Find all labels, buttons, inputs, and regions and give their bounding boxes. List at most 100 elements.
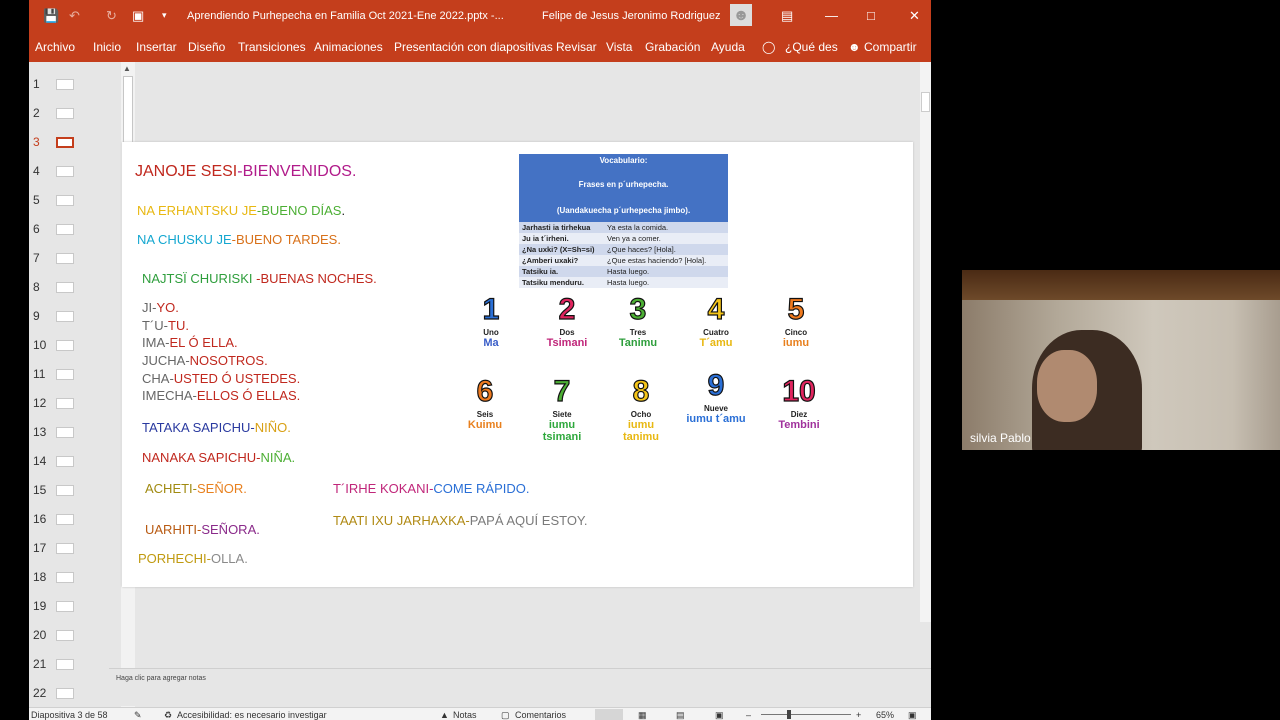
word-senor: ACHETI-SEÑOR.: [145, 481, 247, 496]
tab-ayuda[interactable]: Ayuda: [711, 40, 745, 54]
scroll-up-arrow-icon[interactable]: ▲: [123, 64, 131, 73]
close-icon[interactable]: ✕: [909, 8, 920, 24]
greeting-night: NAJTSÏ CHURISKI -BUENAS NOCHES.: [142, 271, 377, 286]
slide-thumbnail[interactable]: 11: [29, 360, 119, 388]
slide-thumbnail[interactable]: 10: [29, 331, 119, 359]
undo-icon[interactable]: ↶: [69, 8, 80, 24]
slide-thumbnail[interactable]: 2: [29, 99, 119, 127]
slide-thumbnail-pane: 1 2 3 4 5 6 7 8 9 10 11 12 13 14 15 16 1…: [29, 62, 121, 707]
table-row: ¿Na uxki? (X=Sh=si) ¿Que haces? [Hola].: [519, 244, 728, 255]
pronoun-row: T´U-TU.: [142, 318, 189, 333]
slide-thumbnail[interactable]: 1: [29, 70, 119, 98]
number-2-illustration: 2 Dos Tsimani: [546, 292, 588, 349]
vertical-scrollbar[interactable]: [920, 62, 931, 622]
zoom-out-icon[interactable]: –: [746, 710, 751, 720]
zoom-in-icon[interactable]: +: [856, 710, 861, 720]
table-row: Tatsiku menduru. Hasta luego.: [519, 277, 728, 288]
slide-canvas[interactable]: JANOJE SESI-BIENVENIDOS. NA ERHANTSKU JE…: [122, 142, 913, 587]
zoom-slider-thumb[interactable]: [787, 710, 791, 719]
table-row: Tatsiku ia. Hasta luego.: [519, 266, 728, 277]
number-5-illustration: 5 Cinco iumu: [782, 292, 810, 349]
powerpoint-window: 💾 ↶ ↻ ▣ ▾ Aprendiendo Purhepecha en Fami…: [29, 0, 931, 720]
slide-thumbnail[interactable]: 12: [29, 389, 119, 417]
avatar[interactable]: ☻: [730, 4, 752, 26]
maximize-icon[interactable]: □: [867, 8, 875, 23]
zoom-slider[interactable]: [761, 714, 851, 715]
notes-icon: ▲: [440, 710, 449, 720]
slide-thumbnail[interactable]: 18: [29, 563, 119, 591]
number-8-illustration: 8 Ocho iumu tanimu: [622, 374, 660, 443]
word-senora: UARHITI-SEÑORA.: [145, 522, 260, 537]
greeting-afternoon: NA CHUSKU JE-BUENO TARDES.: [137, 232, 341, 247]
slide-sorter-icon[interactable]: ▦: [638, 710, 647, 720]
slide-thumbnail[interactable]: 4: [29, 157, 119, 185]
spellcheck-icon[interactable]: ✎: [134, 710, 142, 720]
slide-thumbnail[interactable]: 16: [29, 505, 119, 533]
document-title: Aprendiendo Purhepecha en Familia Oct 20…: [187, 10, 504, 22]
slide-thumbnail[interactable]: 19: [29, 592, 119, 620]
notes-pane[interactable]: Haga clic para agregar notas: [109, 668, 931, 706]
tab-inicio[interactable]: Inicio: [93, 40, 121, 54]
ribbon-display-icon[interactable]: ▤: [781, 8, 793, 24]
slide-thumbnail-active[interactable]: 3: [29, 128, 119, 156]
number-10-illustration: 10 Diez Tembini: [778, 374, 820, 431]
share-button[interactable]: Compartir: [864, 40, 917, 54]
tab-animaciones[interactable]: Animaciones: [314, 40, 383, 54]
redo-icon[interactable]: ↻: [106, 8, 117, 24]
slide-thumbnail[interactable]: 5: [29, 186, 119, 214]
slide-thumbnail[interactable]: 7: [29, 244, 119, 272]
tell-me-search[interactable]: ¿Qué des: [785, 40, 838, 54]
table-row: Jarhasti ia tirhekua Ya esta la comida.: [519, 222, 728, 233]
slide-thumbnail[interactable]: 20: [29, 621, 119, 649]
tab-transiciones[interactable]: Transiciones: [238, 40, 306, 54]
slide-thumbnail[interactable]: 8: [29, 273, 119, 301]
slideshow-icon[interactable]: ▣: [715, 710, 724, 720]
comments-button[interactable]: Comentarios: [515, 710, 566, 720]
number-7-illustration: 7 Siete iumu tsimani: [542, 374, 582, 443]
notes-button[interactable]: Notas: [453, 710, 477, 720]
ribbon-tabs: Archivo Inicio Insertar Diseño Transicio…: [29, 32, 931, 62]
reading-view-icon[interactable]: ▤: [676, 710, 685, 720]
tab-revisar[interactable]: Revisar: [556, 40, 597, 54]
tab-archivo[interactable]: Archivo: [35, 40, 75, 54]
phrase-papa-aqui: TAATI IXU JARHAXKA-PAPÁ AQUÍ ESTOY.: [333, 513, 588, 528]
participant-name: silvia Pablo: [970, 431, 1031, 445]
number-9-illustration: 9 Nueve iumu t´amu: [686, 368, 746, 425]
tab-presentacion[interactable]: Presentación con diapositivas: [394, 40, 553, 54]
normal-view-icon[interactable]: [595, 709, 623, 720]
minimize-icon[interactable]: —: [825, 8, 838, 23]
pronoun-row: JUCHA-NOSOTROS.: [142, 353, 268, 368]
slide-counter: Diapositiva 3 de 58: [31, 710, 108, 720]
share-icon: ☻: [848, 40, 861, 54]
present-icon[interactable]: ▣: [132, 8, 144, 24]
slide-thumbnail[interactable]: 21: [29, 650, 119, 678]
accessibility-status[interactable]: Accesibilidad: es necesario investigar: [177, 710, 327, 720]
title-bar: 💾 ↶ ↻ ▣ ▾ Aprendiendo Purhepecha en Fami…: [29, 0, 931, 32]
word-nina: NANAKA SAPICHU-NIÑA.: [142, 450, 296, 465]
slide-thumbnail[interactable]: 13: [29, 418, 119, 446]
tab-vista[interactable]: Vista: [606, 40, 632, 54]
slide-thumbnail[interactable]: 15: [29, 476, 119, 504]
tab-diseno[interactable]: Diseño: [188, 40, 225, 54]
tab-insertar[interactable]: Insertar: [136, 40, 177, 54]
customize-icon[interactable]: ▾: [162, 10, 167, 21]
slide-thumbnail[interactable]: 14: [29, 447, 119, 475]
vocabulary-header: Vocabulario: Frases en p´urhepecha. (Uan…: [519, 154, 728, 222]
fit-slide-icon[interactable]: ▣: [908, 710, 917, 720]
scrollbar-thumb[interactable]: [921, 92, 930, 112]
slide-title: JANOJE SESI-BIENVENIDOS.: [135, 163, 357, 180]
slide-thumbnail[interactable]: 6: [29, 215, 119, 243]
tab-grabacion[interactable]: Grabación: [645, 40, 700, 54]
zoom-level[interactable]: 65%: [876, 710, 894, 720]
save-icon[interactable]: 💾: [43, 8, 59, 24]
slide-thumbnail[interactable]: 9: [29, 302, 119, 330]
table-row: ¿Amberi uxaki? ¿Que estas haciendo? [Hola…: [519, 255, 728, 266]
pronoun-row: IMECHA-ELLOS Ó ELLAS.: [142, 388, 301, 403]
table-row: Ju ia t´irheni. Ven ya a comer.: [519, 233, 728, 244]
status-bar: Diapositiva 3 de 58 ✎ ♻ Accesibilidad: e…: [29, 707, 931, 720]
notes-placeholder[interactable]: Haga clic para agregar notas: [116, 675, 206, 682]
slide-thumbnail[interactable]: 22: [29, 679, 119, 707]
user-name: Felipe de Jesus Jeronimo Rodriguez: [542, 10, 721, 22]
comments-icon: ▢: [501, 710, 510, 720]
slide-thumbnail[interactable]: 17: [29, 534, 119, 562]
